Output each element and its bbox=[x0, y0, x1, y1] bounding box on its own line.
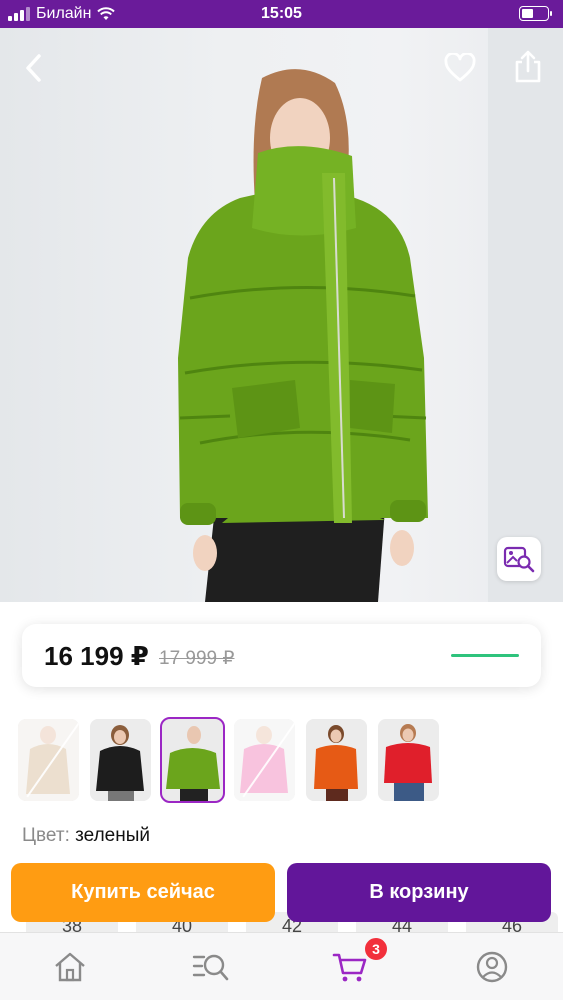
product-photo bbox=[178, 69, 428, 602]
color-selection: Цвет: зеленый bbox=[22, 825, 150, 847]
tab-home[interactable] bbox=[50, 947, 90, 987]
color-label: Цвет: bbox=[22, 825, 70, 846]
unavailable-mark bbox=[234, 719, 295, 801]
color-thumb-red[interactable] bbox=[378, 719, 439, 801]
heart-icon bbox=[444, 53, 476, 82]
current-price: 16 199 ₽ bbox=[44, 641, 149, 671]
color-thumbnails bbox=[18, 717, 439, 803]
unavailable-mark bbox=[18, 719, 79, 801]
back-button[interactable] bbox=[14, 48, 54, 88]
image-search-button[interactable] bbox=[497, 537, 541, 581]
tab-bar bbox=[0, 932, 563, 1000]
price-card: 16 199 ₽ 17 999 ₽ bbox=[22, 624, 541, 687]
battery-icon bbox=[519, 6, 552, 21]
color-thumb-beige[interactable] bbox=[18, 719, 79, 801]
status-bar: Билайн 15:05 bbox=[0, 0, 563, 28]
status-time: 15:05 bbox=[261, 5, 302, 22]
tab-catalog[interactable] bbox=[190, 947, 230, 987]
chevron-left-icon bbox=[26, 54, 41, 82]
add-to-cart-button[interactable]: В корзину bbox=[287, 863, 551, 922]
color-thumb-orange[interactable] bbox=[306, 719, 367, 801]
old-price: 17 999 ₽ bbox=[159, 648, 235, 669]
catalog-search-icon bbox=[192, 954, 229, 981]
selected-color: зеленый bbox=[75, 825, 150, 846]
buy-now-button[interactable]: Купить сейчас bbox=[11, 863, 275, 922]
favorite-button[interactable] bbox=[440, 48, 480, 88]
color-thumb-pink[interactable] bbox=[234, 719, 295, 801]
cart-icon bbox=[332, 953, 367, 982]
tab-profile[interactable] bbox=[472, 947, 512, 987]
home-icon bbox=[55, 952, 85, 982]
image-search-icon bbox=[503, 546, 535, 573]
share-icon bbox=[515, 50, 541, 83]
product-image[interactable] bbox=[0, 28, 563, 602]
color-thumb-black[interactable] bbox=[90, 719, 151, 801]
profile-icon bbox=[476, 951, 508, 983]
color-thumb-green[interactable] bbox=[160, 717, 225, 803]
share-button[interactable] bbox=[508, 46, 548, 86]
cart-count-badge: 3 bbox=[363, 936, 389, 962]
price-indicator bbox=[451, 654, 519, 657]
